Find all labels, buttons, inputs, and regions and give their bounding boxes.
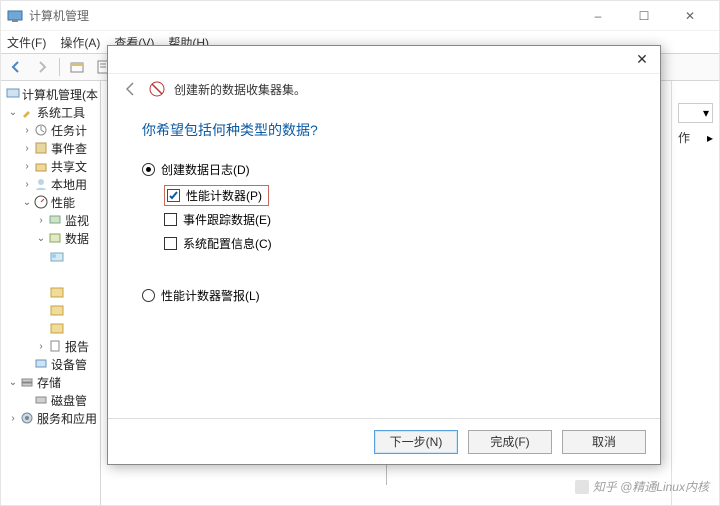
close-button[interactable]: ✕	[667, 1, 713, 31]
check-label: 事件跟踪数据(E)	[183, 211, 271, 228]
radio-icon	[142, 163, 155, 176]
tree-localuser[interactable]: ›本地用	[3, 175, 98, 193]
tool-back[interactable]	[5, 56, 27, 78]
dialog-titlebar: ✕	[108, 46, 660, 74]
wrench-icon	[19, 104, 35, 120]
check-perf-counter[interactable]: 性能计数器(P)	[164, 184, 626, 206]
tree-devmgr[interactable]: 设备管	[3, 355, 98, 373]
tree-perf[interactable]: ⌄性能	[3, 193, 98, 211]
user-collector-icon	[49, 248, 65, 264]
radio-label: 性能计数器警报(L)	[161, 287, 260, 304]
tree-data-sub2[interactable]	[3, 283, 98, 301]
tree-mon[interactable]: ›监视	[3, 211, 98, 229]
titlebar: 计算机管理 – ☐ ✕	[1, 1, 719, 31]
tree-systools[interactable]: ⌄系统工具	[3, 103, 98, 121]
tree-task[interactable]: ›任务计	[3, 121, 98, 139]
radio-label: 创建数据日志(D)	[161, 161, 250, 178]
radio-icon	[142, 289, 155, 302]
system-buttons: – ☐ ✕	[575, 1, 713, 31]
collector-icon	[47, 230, 63, 246]
checkbox-icon	[164, 237, 177, 250]
chevron-down-icon: ▾	[703, 106, 709, 120]
dialog-question: 你希望包括何种类型的数据?	[142, 120, 626, 140]
check-label: 性能计数器(P)	[186, 187, 262, 204]
actions-panel: ▾ 作 ▸	[671, 81, 719, 505]
finish-button[interactable]: 完成(F)	[468, 430, 552, 454]
tree-data-sub4[interactable]	[3, 319, 98, 337]
checkbox-icon	[164, 213, 177, 226]
clock-icon	[33, 122, 49, 138]
wizard-dialog: ✕ 创建新的数据收集器集。 你希望包括何种类型的数据? 创建数据日志(D) 性能…	[107, 45, 661, 465]
folder-icon	[49, 284, 65, 300]
folder-icon	[49, 320, 65, 336]
tree-panel: 计算机管理(本 ⌄系统工具 ›任务计 ›事件查 ›共享文 ›本地用 ⌄性能 ›监…	[1, 81, 101, 505]
main-window: 计算机管理 – ☐ ✕ 文件(F) 操作(A) 查看(V) 帮助(H) 计算机管…	[0, 0, 720, 506]
chevron-right-icon: ▸	[707, 131, 713, 145]
tree-disk[interactable]: 磁盘管	[3, 391, 98, 409]
actions-header[interactable]: ▾	[678, 103, 713, 123]
actions-label[interactable]: 作	[678, 129, 690, 146]
user-icon	[33, 176, 49, 192]
dialog-body: 你希望包括何种类型的数据? 创建数据日志(D) 性能计数器(P) 事件跟踪数据(…	[108, 108, 660, 418]
maximize-button[interactable]: ☐	[621, 1, 667, 31]
log-icon	[33, 140, 49, 156]
toolbar-separator	[59, 58, 60, 76]
tree-root[interactable]: 计算机管理(本	[3, 85, 98, 103]
check-label: 系统配置信息(C)	[183, 235, 272, 252]
minimize-button[interactable]: –	[575, 1, 621, 31]
menu-file[interactable]: 文件(F)	[7, 34, 46, 51]
tree-data-sub3[interactable]	[3, 301, 98, 319]
dialog-header: 创建新的数据收集器集。	[108, 74, 660, 108]
radio-create-log[interactable]: 创建数据日志(D)	[142, 158, 626, 180]
dialog-subtitle: 创建新的数据收集器集。	[174, 81, 306, 98]
collector-wizard-icon	[148, 80, 166, 98]
tree-data-sub1[interactable]	[3, 247, 98, 265]
tool-up[interactable]	[66, 56, 88, 78]
window-title: 计算机管理	[29, 7, 575, 24]
tree-share[interactable]: ›共享文	[3, 157, 98, 175]
cancel-button[interactable]: 取消	[562, 430, 646, 454]
disk-icon	[33, 392, 49, 408]
tree-svc[interactable]: ›服务和应用	[3, 409, 98, 427]
share-icon	[33, 158, 49, 174]
tool-forward[interactable]	[31, 56, 53, 78]
gauge-icon	[33, 194, 49, 210]
app-icon	[7, 8, 23, 24]
back-icon[interactable]	[122, 80, 140, 98]
report-icon	[47, 338, 63, 354]
check-event-trace[interactable]: 事件跟踪数据(E)	[164, 208, 626, 230]
device-icon	[33, 356, 49, 372]
services-icon	[19, 410, 35, 426]
computer-icon	[6, 86, 20, 102]
dialog-close-button[interactable]: ✕	[630, 48, 654, 72]
menu-action[interactable]: 操作(A)	[60, 34, 100, 51]
tree-data[interactable]: ⌄数据	[3, 229, 98, 247]
tree-event[interactable]: ›事件查	[3, 139, 98, 157]
tree-report[interactable]: ›报告	[3, 337, 98, 355]
radio-perf-alert[interactable]: 性能计数器警报(L)	[142, 284, 626, 306]
tree-storage[interactable]: ⌄存储	[3, 373, 98, 391]
monitor-icon	[47, 212, 63, 228]
dialog-footer: 下一步(N) 完成(F) 取消	[108, 418, 660, 464]
folder-icon	[49, 302, 65, 318]
checkbox-icon	[167, 189, 180, 202]
check-sysconfig[interactable]: 系统配置信息(C)	[164, 232, 626, 254]
next-button[interactable]: 下一步(N)	[374, 430, 458, 454]
storage-icon	[19, 374, 35, 390]
